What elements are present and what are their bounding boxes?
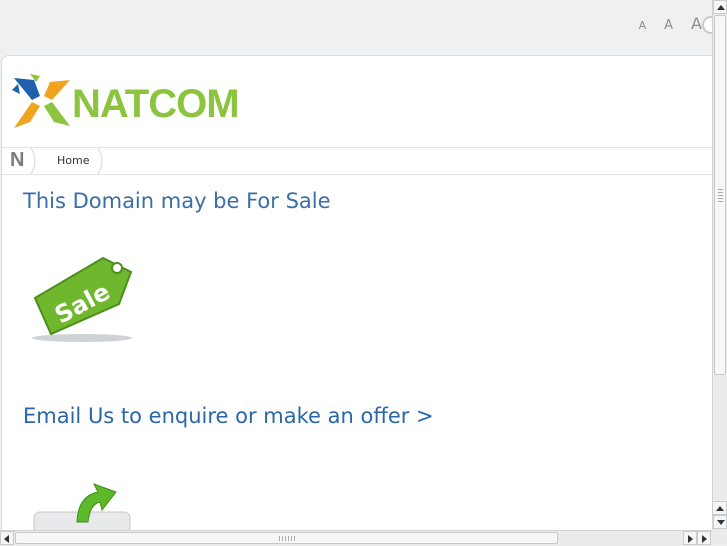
scrollbar-corner: [712, 530, 727, 545]
font-size-medium-button[interactable]: A: [664, 18, 673, 33]
breadcrumb-root-icon[interactable]: N: [10, 149, 24, 172]
font-size-small-button[interactable]: A: [639, 19, 647, 32]
scroll-right-button[interactable]: [683, 531, 697, 545]
scroll-left-button[interactable]: [0, 531, 14, 545]
vertical-scroll-thumb[interactable]: [714, 15, 726, 375]
breadcrumb-separator-icon: [30, 148, 36, 174]
horizontal-scrollbar[interactable]: [0, 530, 712, 546]
scroll-up-button-secondary[interactable]: [712, 501, 727, 515]
natcom-x-logo-icon: [12, 74, 70, 128]
email-forward-icon[interactable]: [32, 482, 132, 530]
scroll-down-button[interactable]: [713, 515, 727, 529]
site-logo[interactable]: NATCOM: [10, 70, 240, 134]
horizontal-scroll-thumb[interactable]: [15, 532, 558, 544]
breadcrumb: N Home: [2, 147, 712, 175]
font-size-controls: A A A: [639, 14, 702, 33]
search-icon[interactable]: [702, 16, 712, 34]
font-size-large-button[interactable]: A: [691, 14, 702, 33]
scroll-up-button[interactable]: [713, 0, 727, 14]
page-container: NATCOM N Home This Domain may be For Sal…: [1, 55, 712, 530]
vertical-scrollbar[interactable]: [712, 0, 727, 530]
scroll-right-button-secondary[interactable]: [697, 531, 711, 545]
logo-text: NATCOM: [72, 82, 240, 126]
email-offer-link[interactable]: Email Us to enquire or make an offer >: [23, 404, 434, 428]
sale-tag-icon: Sale: [32, 256, 133, 342]
breadcrumb-separator-icon: [97, 148, 103, 174]
breadcrumb-home-link[interactable]: Home: [57, 154, 89, 167]
page-heading: This Domain may be For Sale: [23, 189, 331, 213]
browser-viewport: A A A NATCOM N Home This Domain may be F…: [0, 0, 712, 530]
